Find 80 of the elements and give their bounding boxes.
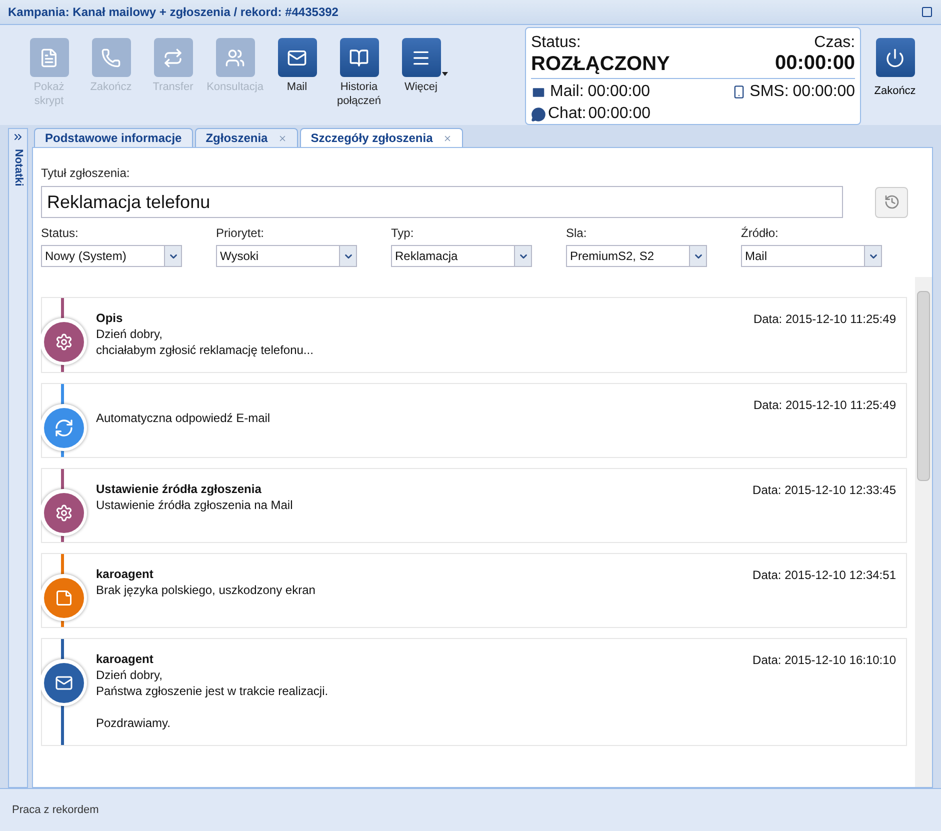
select-field[interactable]: Reklamacja [391,245,532,267]
end-button[interactable]: Zakończ [867,38,923,125]
entry-text: Ustawienie źródła zgłoszenia na Mail [96,497,294,513]
toolbar-button[interactable]: Mail [266,38,328,125]
entry-title: Opis [96,310,124,326]
note-icon [54,588,72,606]
toolbar-label: Więcej [403,80,438,94]
title-label: Tytuł zgłoszenia: [41,165,131,182]
close-icon[interactable] [442,134,452,142]
tab[interactable]: Podstawowe informacje [34,128,193,147]
select-field[interactable]: Wysoki [216,245,357,267]
select-label: Typ: [391,225,415,242]
select-trigger[interactable] [689,246,706,266]
scroll-thumb[interactable] [917,291,930,481]
select-field[interactable]: PremiumS2, S2 [566,245,707,267]
sms-label: SMS: [750,82,789,102]
power-icon [885,48,906,68]
mail-refresh-icon [54,418,74,438]
select-field[interactable]: Nowy (System) [41,245,182,267]
select-label: Sla: [566,225,588,242]
gears-icon [54,332,72,350]
status-value: ROZŁĄCZONY [531,52,670,76]
people-icon [225,48,245,68]
entry-text: Brak języka polskiego, uszkodzony ekran [96,582,316,598]
book-icon [349,48,369,68]
time-value: 00:00:00 [775,52,856,74]
time-label: Czas: [814,34,856,52]
mail-time: 00:00:00 [588,82,650,102]
history-icon [884,194,900,210]
maximize-icon[interactable] [921,6,933,18]
toolbar-label: Historia połączeń [336,80,382,108]
entry-date: Data: 2015-12-10 16:10:10 [752,652,897,669]
entry-date: Data: 2015-12-10 11:25:49 [753,397,897,414]
chat-icon [531,106,546,122]
phone-icon [101,48,121,68]
tab[interactable]: Zgłoszenia [194,128,298,147]
entry-date: Data: 2015-12-10 12:34:51 [752,567,897,584]
gears-icon [54,504,72,522]
close-icon[interactable] [278,134,287,142]
chat-time: 00:00:00 [588,104,651,124]
entry-title: Ustawienie źródła zgłoszenia [96,481,262,497]
scrollbar[interactable] [915,277,932,787]
entry-text: chciałabym zgłosić reklamację telefonu... [96,342,314,358]
title-input[interactable]: Reklamacja telefonu [41,186,843,218]
toolbar-button[interactable]: Więcej [390,38,452,125]
toolbar-label: Mail [286,80,308,94]
document-icon [39,48,59,68]
select-trigger[interactable] [339,246,356,266]
arrows-icon [163,48,183,68]
entry-title: karoagent [96,566,154,582]
select-trigger[interactable] [864,246,881,266]
entry-date: Data: 2015-12-10 11:25:49 [753,311,897,328]
dropdown-caret-icon [442,72,448,76]
notes-side-panel[interactable]: Notatki [8,128,28,788]
entry-text: Państwa zgłoszenie jest w trakcie realizacji. [96,683,330,699]
toolbar-button[interactable]: Historia połączeń [328,38,390,125]
tab[interactable]: Szczegóły zgłoszenia [300,128,463,147]
history-button[interactable] [875,186,908,218]
chat-label: Chat: [548,104,586,124]
entry-text: Pozdrawiamy. [96,715,172,731]
status-label: Status: [531,34,582,52]
notes-label: Notatki [11,149,26,186]
select-trigger[interactable] [164,246,181,266]
select-label: Priorytet: [216,225,266,242]
expand-icon[interactable] [12,131,24,143]
phone-icon [732,85,746,99]
entry-text: Dzień dobry, [96,326,164,342]
entry-text: Dzień dobry, [96,667,164,683]
select-label: Status: [41,225,80,242]
select-field[interactable]: Mail [741,245,882,267]
mail-label: Mail: [550,82,584,102]
select-label: Źródło: [741,225,780,242]
entry-title: karoagent [96,651,154,667]
window-title: Kampania: Kanał mailowy + zgłoszenia / rekord: #4435392 [8,4,338,21]
status-bar-text: Praca z rekordem [12,802,99,818]
entry-text: Automatyczna odpowiedź E-mail [96,410,272,426]
end-label: Zakończ [874,84,916,99]
entry-date: Data: 2015-12-10 12:33:45 [752,482,897,499]
select-trigger[interactable] [514,246,531,266]
sms-time: 00:00:00 [792,82,856,102]
